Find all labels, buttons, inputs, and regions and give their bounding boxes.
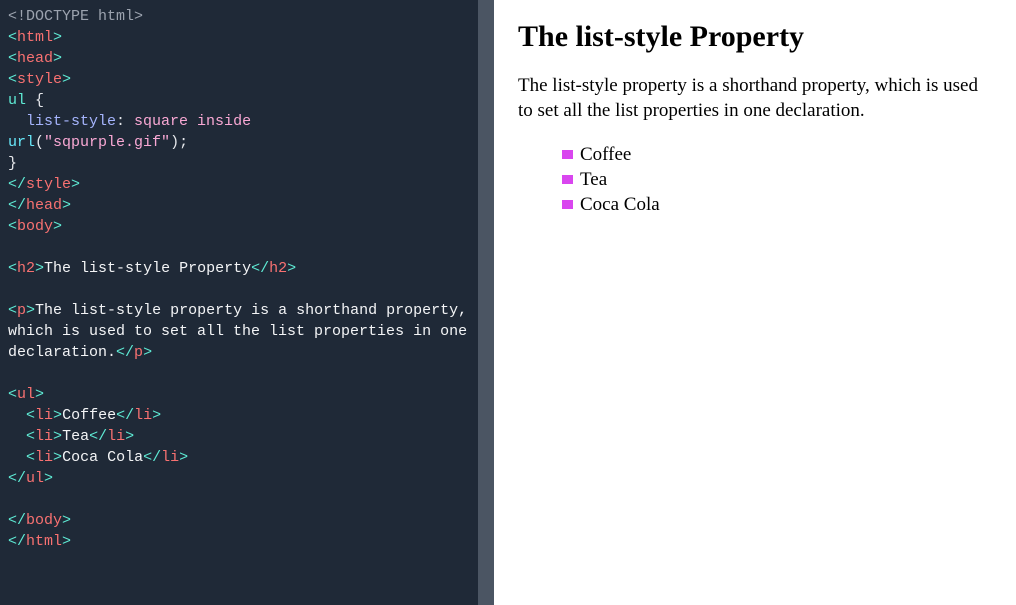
code-line[interactable]: <li>Tea</li> [8, 426, 470, 447]
code-line[interactable] [8, 237, 470, 258]
code-line[interactable]: </ul> [8, 468, 470, 489]
code-line[interactable]: <!DOCTYPE html> [8, 6, 470, 27]
code-line[interactable]: <p>The list-style property is a shorthan… [8, 300, 470, 363]
code-line[interactable] [8, 279, 470, 300]
code-line[interactable]: <li>Coca Cola</li> [8, 447, 470, 468]
code-line[interactable]: url("sqpurple.gif"); [8, 132, 470, 153]
code-line[interactable]: <li>Coffee</li> [8, 405, 470, 426]
preview-list: Coffee Tea Coca Cola [518, 143, 992, 217]
list-item: Coffee [558, 143, 992, 168]
list-item: Tea [558, 168, 992, 193]
code-line[interactable]: </style> [8, 174, 470, 195]
preview-heading: The list-style Property [518, 20, 992, 54]
code-line[interactable]: <ul> [8, 384, 470, 405]
code-line[interactable]: </head> [8, 195, 470, 216]
code-line[interactable]: <head> [8, 48, 470, 69]
list-item: Coca Cola [558, 193, 992, 218]
code-line[interactable]: </body> [8, 510, 470, 531]
code-line[interactable]: </html> [8, 531, 470, 552]
code-editor[interactable]: <!DOCTYPE html><html><head><style>ul { l… [0, 0, 478, 605]
code-line[interactable]: } [8, 153, 470, 174]
pane-divider[interactable] [478, 0, 494, 605]
code-line[interactable] [8, 489, 470, 510]
code-line[interactable]: <style> [8, 69, 470, 90]
code-line[interactable]: <h2>The list-style Property</h2> [8, 258, 470, 279]
code-line[interactable]: ul { [8, 90, 470, 111]
code-line[interactable]: <html> [8, 27, 470, 48]
preview-paragraph: The list-style property is a shorthand p… [518, 74, 992, 123]
code-line[interactable] [8, 363, 470, 384]
preview-pane: The list-style Property The list-style p… [494, 0, 1016, 605]
code-line[interactable]: <body> [8, 216, 470, 237]
code-line[interactable]: list-style: square inside [8, 111, 470, 132]
